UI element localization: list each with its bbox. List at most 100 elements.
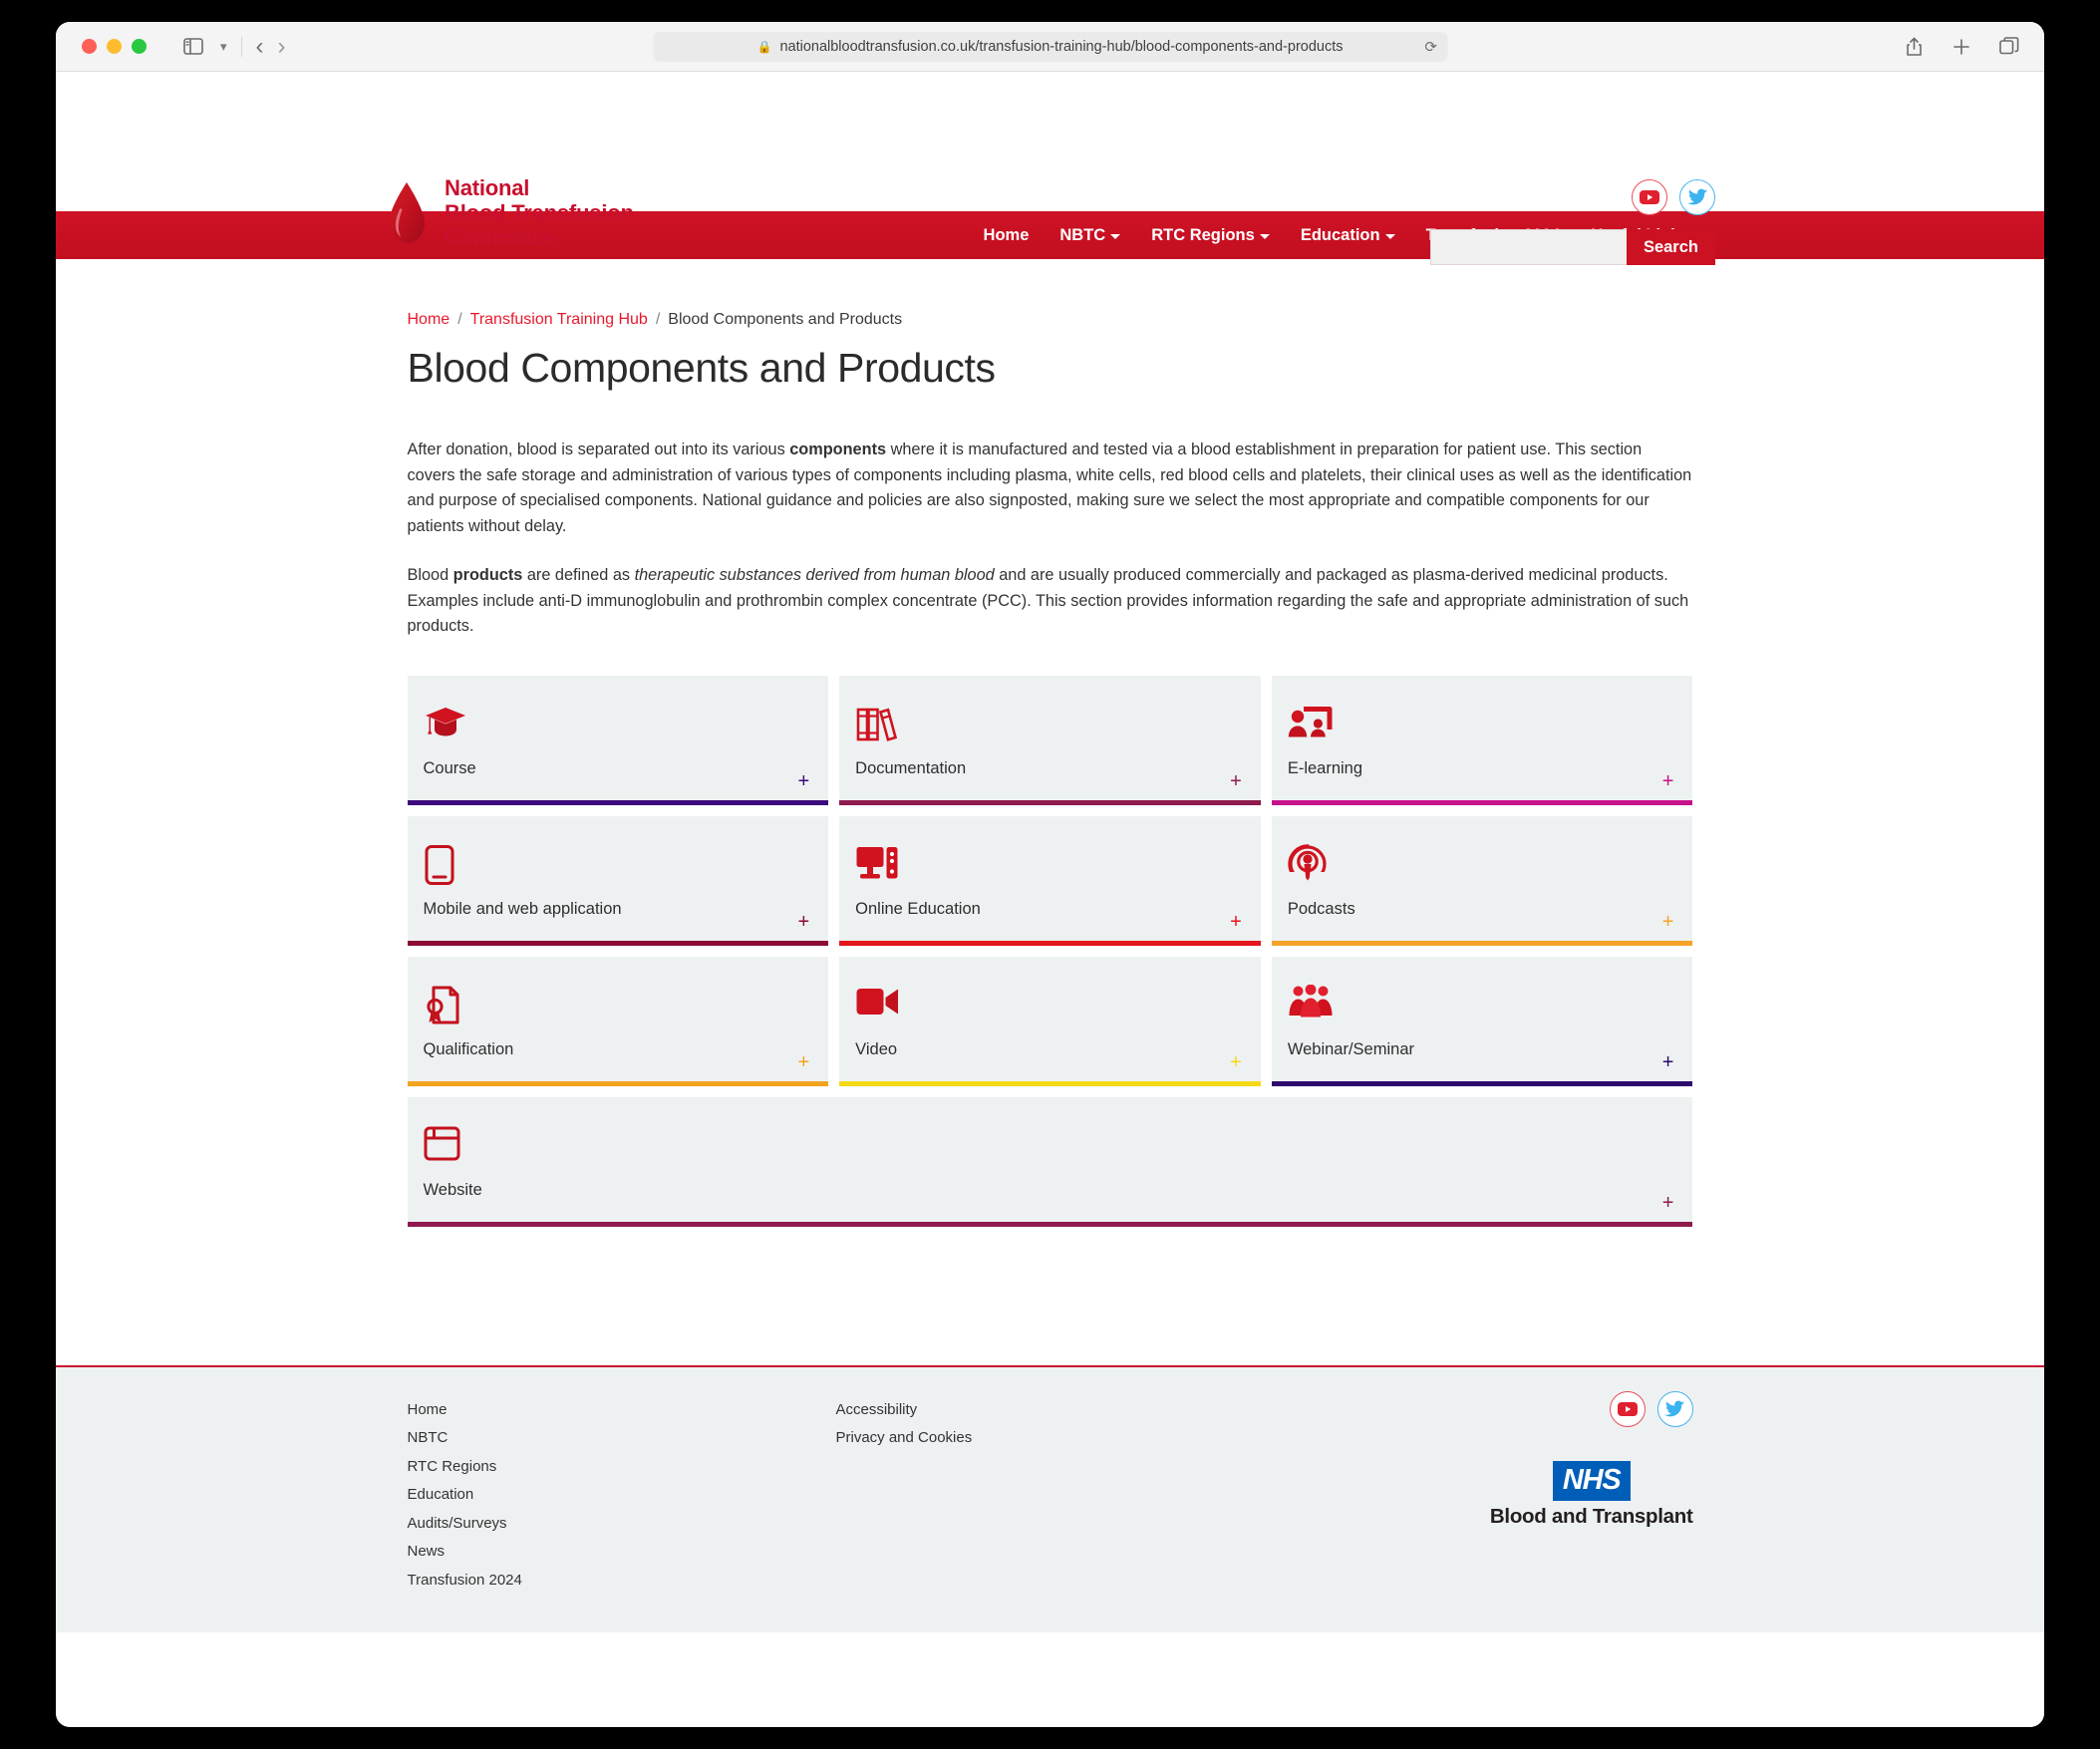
desktop-computer-icon bbox=[855, 844, 1237, 894]
footer-right-group: NHS Blood and Transplant bbox=[1490, 1391, 1693, 1529]
category-card-documentation[interactable]: Documentation + bbox=[839, 676, 1261, 805]
site-logo[interactable]: National Blood Transfusion Committee bbox=[385, 175, 634, 250]
close-window-button[interactable] bbox=[82, 39, 97, 54]
search-input[interactable] bbox=[1430, 229, 1627, 265]
footer-link-education[interactable]: Education bbox=[408, 1486, 836, 1503]
footer-link-home[interactable]: Home bbox=[408, 1401, 836, 1418]
breadcrumb-item-home[interactable]: Home bbox=[408, 311, 450, 329]
nhs-badge-text: NHS bbox=[1563, 1464, 1621, 1496]
footer-link-news[interactable]: News bbox=[408, 1543, 836, 1560]
breadcrumb-item-current: Blood Components and Products bbox=[668, 311, 902, 329]
footer-link-transfusion-2024[interactable]: Transfusion 2024 bbox=[408, 1572, 836, 1589]
site-footer: Home NBTC RTC Regions Education Audits/S… bbox=[56, 1365, 2044, 1632]
para2-text-1: Blood bbox=[408, 566, 453, 584]
category-label: Podcasts bbox=[1288, 900, 1669, 919]
nav-item-home[interactable]: Home bbox=[984, 226, 1030, 245]
window-traffic-lights bbox=[82, 39, 147, 54]
maximize-window-button[interactable] bbox=[132, 39, 147, 54]
nhs-logo: NHS Blood and Transplant bbox=[1490, 1461, 1693, 1529]
nav-item-education[interactable]: Education bbox=[1301, 226, 1395, 245]
intro-paragraph-1: After donation, blood is separated out i… bbox=[408, 437, 1693, 539]
category-card-webinar-seminar[interactable]: Webinar/Seminar + bbox=[1272, 957, 1693, 1086]
brand-line-3: Committee bbox=[445, 225, 556, 250]
browser-window-icon bbox=[424, 1125, 1669, 1175]
category-label: Mobile and web application bbox=[424, 900, 805, 919]
category-label: Webinar/Seminar bbox=[1288, 1040, 1669, 1059]
para2-text-2: are defined as bbox=[522, 566, 634, 584]
chevron-down-icon bbox=[1385, 234, 1395, 239]
category-label: Online Education bbox=[855, 900, 1237, 919]
minimize-window-button[interactable] bbox=[107, 39, 122, 54]
address-bar[interactable]: 🔒 nationalbloodtransfusion.co.uk/transfu… bbox=[653, 32, 1447, 62]
footer-link-nbtc[interactable]: NBTC bbox=[408, 1429, 836, 1446]
nav-item-nbtc[interactable]: NBTC bbox=[1059, 226, 1120, 245]
main-navigation: Home NBTC RTC Regions Education Transfus… bbox=[56, 211, 2044, 259]
resource-category-grid: Course + Documentation + E-learning + bbox=[408, 676, 1693, 1227]
brand-name: National Blood Transfusion Committee bbox=[445, 175, 634, 250]
footer-social-links bbox=[1610, 1391, 1693, 1427]
footer-link-audits-surveys[interactable]: Audits/Surveys bbox=[408, 1515, 836, 1532]
category-label: Website bbox=[424, 1181, 1669, 1200]
tab-overview-icon[interactable] bbox=[1996, 34, 2022, 60]
category-card-e-learning[interactable]: E-learning + bbox=[1272, 676, 1693, 805]
search-button[interactable]: Search bbox=[1627, 229, 1715, 265]
share-icon[interactable] bbox=[1901, 34, 1927, 60]
footer-link-privacy-and-cookies[interactable]: Privacy and Cookies bbox=[836, 1429, 1265, 1446]
para2-bold-products: products bbox=[453, 566, 523, 584]
chevron-down-icon bbox=[1260, 234, 1270, 239]
blood-drop-icon bbox=[385, 180, 429, 246]
category-label: Qualification bbox=[424, 1040, 805, 1059]
nav-item-rtc-regions[interactable]: RTC Regions bbox=[1151, 226, 1270, 245]
expand-plus-icon[interactable]: + bbox=[1230, 912, 1242, 932]
toolbar-divider bbox=[241, 37, 242, 57]
category-label: E-learning bbox=[1288, 759, 1669, 778]
expand-plus-icon[interactable]: + bbox=[1662, 1193, 1674, 1213]
toolbar-left-group: ▾ ‹ › bbox=[180, 34, 286, 60]
category-card-website[interactable]: Website + bbox=[408, 1097, 1693, 1227]
people-group-icon bbox=[1288, 985, 1669, 1034]
nav-label: NBTC bbox=[1059, 226, 1105, 245]
graduation-cap-icon bbox=[424, 704, 805, 753]
expand-plus-icon[interactable]: + bbox=[797, 1052, 809, 1072]
forward-arrow-icon[interactable]: › bbox=[278, 35, 286, 59]
youtube-icon[interactable] bbox=[1610, 1391, 1646, 1427]
footer-link-accessibility[interactable]: Accessibility bbox=[836, 1401, 1265, 1418]
sidebar-icon[interactable] bbox=[180, 34, 206, 60]
expand-plus-icon[interactable]: + bbox=[1662, 912, 1674, 932]
expand-plus-icon[interactable]: + bbox=[1662, 771, 1674, 791]
expand-plus-icon[interactable]: + bbox=[1230, 1052, 1242, 1072]
category-label: Video bbox=[855, 1040, 1237, 1059]
breadcrumb-item-training-hub[interactable]: Transfusion Training Hub bbox=[470, 311, 648, 329]
chevron-down-icon[interactable]: ▾ bbox=[220, 39, 227, 55]
plus-icon[interactable] bbox=[1949, 34, 1974, 60]
header-social-links bbox=[1632, 179, 1715, 215]
category-card-mobile-and-web-application[interactable]: Mobile and web application + bbox=[408, 816, 829, 946]
reload-icon[interactable]: ⟳ bbox=[1424, 38, 1437, 56]
lock-icon: 🔒 bbox=[757, 40, 772, 54]
category-card-podcasts[interactable]: Podcasts + bbox=[1272, 816, 1693, 946]
category-card-video[interactable]: Video + bbox=[839, 957, 1261, 1086]
twitter-icon[interactable] bbox=[1679, 179, 1715, 215]
expand-plus-icon[interactable]: + bbox=[1230, 771, 1242, 791]
youtube-icon[interactable] bbox=[1632, 179, 1667, 215]
podcast-microphone-icon bbox=[1288, 844, 1669, 894]
category-card-course[interactable]: Course + bbox=[408, 676, 829, 805]
nav-label: Education bbox=[1301, 226, 1380, 245]
intro-paragraph-2: Blood products are defined as therapeuti… bbox=[408, 563, 1693, 640]
breadcrumb-separator: / bbox=[656, 311, 660, 329]
footer-links-secondary: Accessibility Privacy and Cookies bbox=[836, 1401, 1265, 1589]
expand-plus-icon[interactable]: + bbox=[797, 771, 809, 791]
para1-text-1: After donation, blood is separated out i… bbox=[408, 440, 790, 458]
url-text: nationalbloodtransfusion.co.uk/transfusi… bbox=[779, 39, 1343, 55]
expand-plus-icon[interactable]: + bbox=[1662, 1052, 1674, 1072]
category-card-qualification[interactable]: Qualification + bbox=[408, 957, 829, 1086]
category-label: Course bbox=[424, 759, 805, 778]
expand-plus-icon[interactable]: + bbox=[797, 912, 809, 932]
category-card-online-education[interactable]: Online Education + bbox=[839, 816, 1261, 946]
toolbar-right-group bbox=[1901, 34, 2022, 60]
site-header: National Blood Transfusion Committee S bbox=[56, 72, 2044, 211]
footer-link-rtc-regions[interactable]: RTC Regions bbox=[408, 1458, 836, 1475]
twitter-icon[interactable] bbox=[1657, 1391, 1693, 1427]
breadcrumb-separator: / bbox=[457, 311, 461, 329]
back-arrow-icon[interactable]: ‹ bbox=[256, 35, 264, 59]
